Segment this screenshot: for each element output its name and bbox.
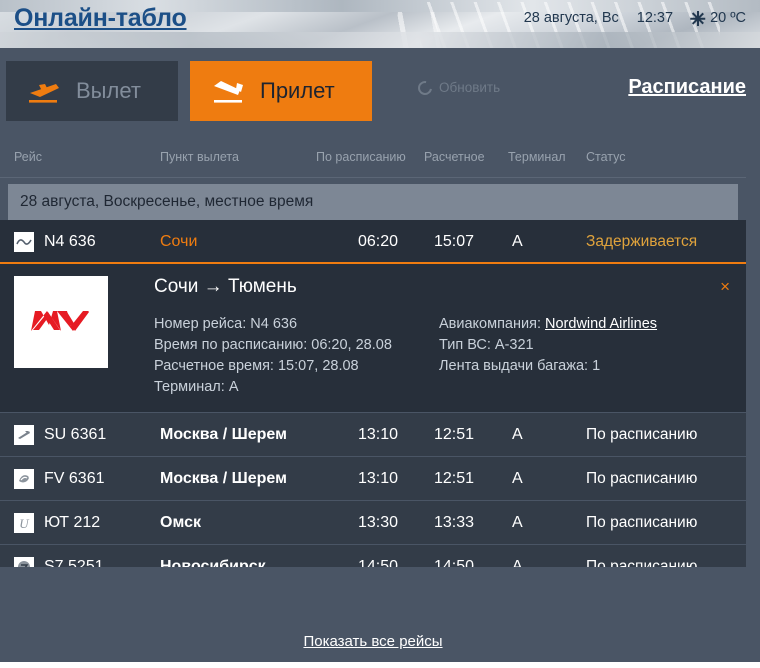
table-row[interactable]: N4 636 Сочи 06:20 15:07 A Задерживается [0,220,746,264]
flight-estimated: 12:51 [434,426,475,443]
header-time: 12:37 [636,10,674,26]
flight-number: FV 6361 [44,470,105,487]
flight-number: ЮТ 212 [44,514,101,531]
utair-logo-icon: U [14,513,34,533]
flight-origin: Москва / Шерем [160,470,287,487]
schedule-link[interactable]: Расписание [628,76,746,99]
column-header-flight: Рейс [14,150,42,164]
column-header-scheduled: По расписанию [316,150,406,164]
status-badge: По расписанию [586,558,698,567]
flight-detail-panel: × Сочи → Тюмень Номер рейса: N4 636 Врем… [0,264,746,413]
flight-terminal: A [512,514,523,531]
flight-scheduled: 14:50 [358,558,399,567]
status-badge: По расписанию [586,514,698,531]
airline-logo [14,413,36,457]
column-header-estimated: Расчетное [424,150,485,164]
online-board-app: Онлайн-табло 28 августа, Вс 12:37 20 ºC … [0,0,760,668]
date-separator: 28 августа, Воскресенье, местное время [8,184,738,220]
detail-route: Сочи → Тюмень [154,276,297,297]
airline-logo [14,220,36,264]
tab-arrival-label: Прилет [260,78,335,103]
detail-estimated-time: Расчетное время: 15:07, 28.08 [154,358,359,374]
flight-terminal: A [512,426,523,443]
flight-estimated: 15:07 [434,233,475,250]
detail-aircraft-type: Тип ВС: A-321 [439,337,534,353]
refresh-label: Обновить [439,80,501,95]
refresh-button[interactable]: Обновить [415,77,501,98]
table-row[interactable]: U ЮТ 212 Омск 13:30 13:33 A По расписани… [0,501,746,545]
airline-link[interactable]: Nordwind Airlines [545,316,657,332]
header-meta: 28 августа, Вс 12:37 20 ºC [524,10,746,26]
column-header-status: Статус [586,150,626,164]
sun-icon [691,10,704,26]
status-badge: По расписанию [586,426,698,443]
flight-board: Рейс Пункт вылета По расписанию Расчетно… [0,136,746,620]
aeroflot-logo-icon [14,425,34,445]
flight-origin: Москва / Шерем [160,426,287,443]
header-date: 28 августа, Вс [523,10,619,26]
flight-terminal: A [512,558,523,567]
flight-scheduled: 13:10 [358,470,399,487]
column-header-terminal: Терминал [508,150,566,164]
airline-logo [14,545,36,567]
page-bottom-edge [0,662,760,668]
flight-estimated: 13:33 [434,514,475,531]
flight-origin: Сочи [160,233,198,250]
takeoff-plane-icon [26,76,64,106]
detail-column-left: Номер рейса: N4 636 Время по расписанию:… [154,314,439,398]
table-row-partial[interactable]: S7 5251 Новосибирск 14:50 14:50 A По рас… [0,545,746,567]
column-headers: Рейс Пункт вылета По расписанию Расчетно… [0,136,746,178]
site-title-link[interactable]: Онлайн-табло [14,4,187,33]
nordwind-logo-icon [14,276,108,368]
tab-bar: Вылет Прилет Обновить Расписание [0,48,760,136]
flight-number: S7 5251 [44,558,104,567]
close-icon[interactable]: × [720,278,730,295]
tab-departure[interactable]: Вылет [6,61,178,121]
flight-scheduled: 06:20 [358,233,399,250]
board-footer: Показать все рейсы [0,620,746,662]
detail-terminal: Терминал: A [154,379,239,395]
airline-logo: U [14,501,36,545]
header-temperature: 20 ºC [710,10,746,26]
s7-logo-icon [14,557,34,567]
show-all-flights-link[interactable]: Показать все рейсы [303,633,442,650]
detail-column-right: Авиакомпания: Nordwind Airlines Тип ВС: … [439,314,728,398]
status-badge: По расписанию [586,470,698,487]
rossiya-logo-icon [14,469,34,489]
flight-scheduled: 13:30 [358,514,399,531]
table-row[interactable]: FV 6361 Москва / Шерем 13:10 12:51 A По … [0,457,746,501]
flight-number: SU 6361 [44,426,107,443]
refresh-icon [415,77,435,98]
nordwind-logo-icon [14,232,34,252]
flight-terminal: A [512,470,523,487]
tab-departure-label: Вылет [76,78,141,103]
airline-logo [14,457,36,501]
detail-airline-label: Авиакомпания: [439,316,541,332]
svg-text:U: U [19,516,30,530]
table-row[interactable]: SU 6361 Москва / Шерем 13:10 12:51 A По … [0,413,746,457]
flight-terminal: A [512,233,523,250]
column-header-origin: Пункт вылета [160,150,239,164]
flight-estimated: 14:50 [434,558,475,567]
detail-baggage-belt: Лента выдачи багажа: 1 [439,358,601,374]
flight-scheduled: 13:10 [358,426,399,443]
detail-airline: Авиакомпания: Nordwind Airlines [439,314,728,335]
detail-flight-number: Номер рейса: N4 636 [154,316,298,332]
flight-rows: N4 636 Сочи 06:20 15:07 A Задерживается … [0,220,746,567]
detail-scheduled-time: Время по расписанию: 06:20, 28.08 [154,337,392,353]
flight-number: N4 636 [44,233,96,250]
board-right-margin [746,136,760,662]
flight-origin: Омск [160,514,201,531]
landing-plane-icon [210,76,248,106]
flight-origin: Новосибирск [160,558,266,567]
status-badge: Задерживается [586,233,698,250]
header-weather: 20 ºC [691,10,746,26]
flight-estimated: 12:51 [434,470,475,487]
tab-arrival[interactable]: Прилет [190,61,372,121]
